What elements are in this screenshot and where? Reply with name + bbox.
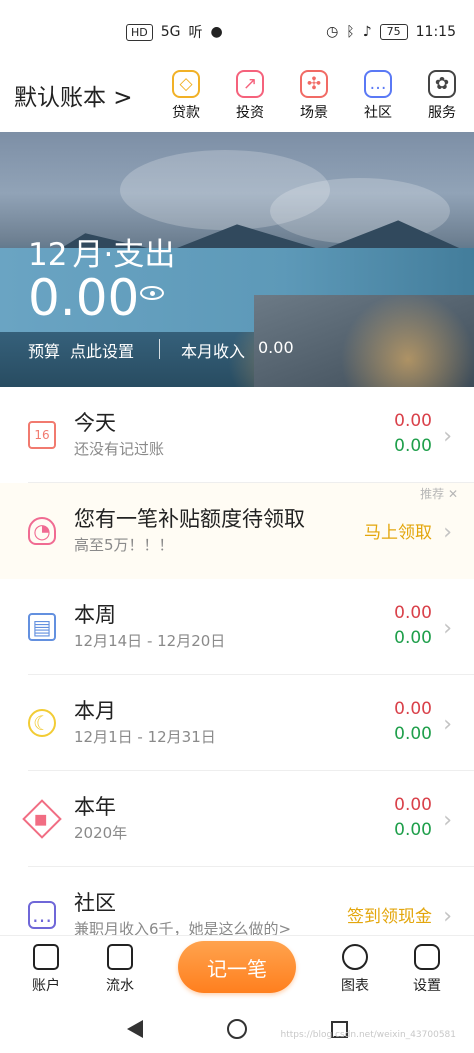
home-icon[interactable] [226, 1019, 247, 1039]
hd-indicator: HD [126, 23, 153, 41]
today-expense: 0.00 [394, 411, 432, 431]
menu-loan-label: 贷款 [172, 105, 200, 121]
moon-icon: ☾ [28, 709, 56, 737]
community-title: 社区 [74, 891, 116, 915]
year-icon: ◆ [22, 799, 62, 839]
summary-divider [159, 339, 160, 359]
promotion-banner[interactable]: 推荐 ✕ ◔ 您有一笔补贴额度待领取 高至5万！！！ 马上领取 › [0, 483, 474, 579]
today-title: 今天 [74, 411, 116, 435]
mute-icon: ♪ [362, 24, 372, 40]
top-menu: ◇ 贷款 ↗ 投资 ✣ 场景 … 社区 ✿ 服务 [154, 70, 474, 130]
today-income: 0.00 [394, 436, 432, 456]
notification-icon: ● [210, 24, 223, 40]
community-icon: … [364, 70, 392, 98]
month-subtitle: 12月1日 - 12月31日 [74, 728, 216, 746]
book-selector[interactable]: 默认账本 > [14, 78, 133, 112]
back-icon[interactable] [126, 1020, 143, 1038]
chevron-right-icon: › [443, 808, 452, 833]
claim-button[interactable]: 马上领取 [364, 518, 432, 543]
menu-loan[interactable]: ◇ 贷款 [154, 70, 218, 130]
wallet-icon: ◔ [28, 517, 56, 545]
clock: 11:15 [415, 24, 456, 40]
week-calendar-icon: ▤ [28, 613, 56, 641]
status-left-icons: HD 5G 听 ● [126, 22, 223, 42]
status-bar: HD 5G 听 ● ◷ ᛒ ♪ 75 11:15 [0, 0, 474, 64]
record-button[interactable]: 记一笔 [178, 941, 296, 993]
chevron-right-icon: › [443, 712, 452, 737]
year-title: 本年 [74, 795, 116, 819]
chevron-right-icon: › [443, 520, 452, 545]
system-navigation-bar [0, 1005, 474, 1053]
list-item-week[interactable]: ▤ 本周 12月14日 - 12月20日 0.00 0.00 › [0, 579, 474, 675]
scene-icon: ✣ [300, 70, 328, 98]
menu-service-label: 服务 [428, 105, 456, 121]
chevron-right-icon: › [443, 424, 452, 449]
recommend-tag[interactable]: 推荐 ✕ [420, 485, 458, 502]
summary-banner: 12 月·支出 0.00 预算 点此设置 本月收入 0.00 [0, 132, 474, 387]
flow-icon [107, 944, 133, 970]
month-number: 12 [28, 237, 68, 273]
promotion-subtitle: 高至5万！！！ [74, 536, 174, 554]
chart-icon [342, 944, 368, 970]
nav-flow-label: 流水 [106, 978, 134, 994]
menu-community[interactable]: … 社区 [346, 70, 410, 130]
watermark: https://blog.csdn.net/weixin_43700581 [280, 1030, 456, 1040]
battery-indicator: 75 [379, 24, 408, 40]
service-icon: ✿ [428, 70, 456, 98]
list-item-year[interactable]: ◆ 本年 2020年 0.00 0.00 › [0, 771, 474, 867]
monthly-income-value: 0.00 [258, 338, 294, 357]
checkin-button[interactable]: 签到领现金 [347, 902, 432, 927]
monthly-income-label: 本月收入 [181, 342, 246, 361]
nav-settings[interactable]: 设置 [397, 942, 457, 1002]
listen-indicator: 听 [188, 25, 203, 41]
week-subtitle: 12月14日 - 12月20日 [74, 632, 226, 650]
menu-investment[interactable]: ↗ 投资 [218, 70, 282, 130]
nav-account[interactable]: 账户 [16, 942, 76, 1002]
month-label: 月·支出 [72, 237, 176, 273]
year-income: 0.00 [394, 820, 432, 840]
nav-chart-label: 图表 [341, 978, 369, 994]
transaction-summary-list: 16 今天 还没有记过账 0.00 0.00 › 推荐 ✕ ◔ 您有一笔补贴额度… [0, 387, 474, 963]
promotion-title: 您有一笔补贴额度待领取 [74, 507, 305, 531]
menu-community-label: 社区 [364, 105, 392, 121]
list-item-month[interactable]: ☾ 本月 12月1日 - 12月31日 0.00 0.00 › [0, 675, 474, 771]
chevron-right-icon: › [443, 616, 452, 641]
chevron-right-icon: › [443, 904, 452, 929]
settings-icon [414, 944, 440, 970]
loan-icon: ◇ [172, 70, 200, 98]
menu-service[interactable]: ✿ 服务 [410, 70, 474, 130]
budget-label: 预算 [28, 342, 61, 361]
month-income: 0.00 [394, 724, 432, 744]
month-title: 本月 [74, 699, 116, 723]
investment-icon: ↗ [236, 70, 264, 98]
year-expense: 0.00 [394, 795, 432, 815]
nav-settings-label: 设置 [413, 978, 441, 994]
account-icon [33, 944, 59, 970]
budget-set-link[interactable]: 点此设置 [70, 338, 134, 362]
week-title: 本周 [74, 603, 116, 627]
nav-flow[interactable]: 流水 [90, 942, 150, 1002]
app-header: 默认账本 > ◇ 贷款 ↗ 投资 ✣ 场景 … 社区 ✿ 服务 [0, 64, 474, 132]
bluetooth-icon: ᛒ [346, 24, 355, 40]
monthly-expense: 0.00 [28, 269, 140, 327]
nav-chart[interactable]: 图表 [325, 942, 385, 1002]
menu-investment-label: 投资 [236, 105, 264, 121]
calendar-icon: 16 [28, 421, 56, 449]
menu-scene-label: 场景 [300, 105, 328, 121]
nav-account-label: 账户 [32, 978, 60, 994]
year-subtitle: 2020年 [74, 824, 128, 842]
month-expense: 0.00 [394, 699, 432, 719]
today-subtitle: 还没有记过账 [74, 440, 165, 458]
chat-icon: … [28, 901, 56, 929]
month-expense-title: 12 月·支出 [28, 238, 175, 272]
network-indicator: 5G [160, 24, 181, 40]
week-expense: 0.00 [394, 603, 432, 623]
list-item-today[interactable]: 16 今天 还没有记过账 0.00 0.00 › [0, 387, 474, 483]
status-right-icons: ◷ ᛒ ♪ 75 11:15 [326, 24, 456, 40]
eye-icon[interactable] [140, 286, 164, 300]
week-income: 0.00 [394, 628, 432, 648]
menu-scene[interactable]: ✣ 场景 [282, 70, 346, 130]
alarm-icon: ◷ [326, 24, 339, 40]
